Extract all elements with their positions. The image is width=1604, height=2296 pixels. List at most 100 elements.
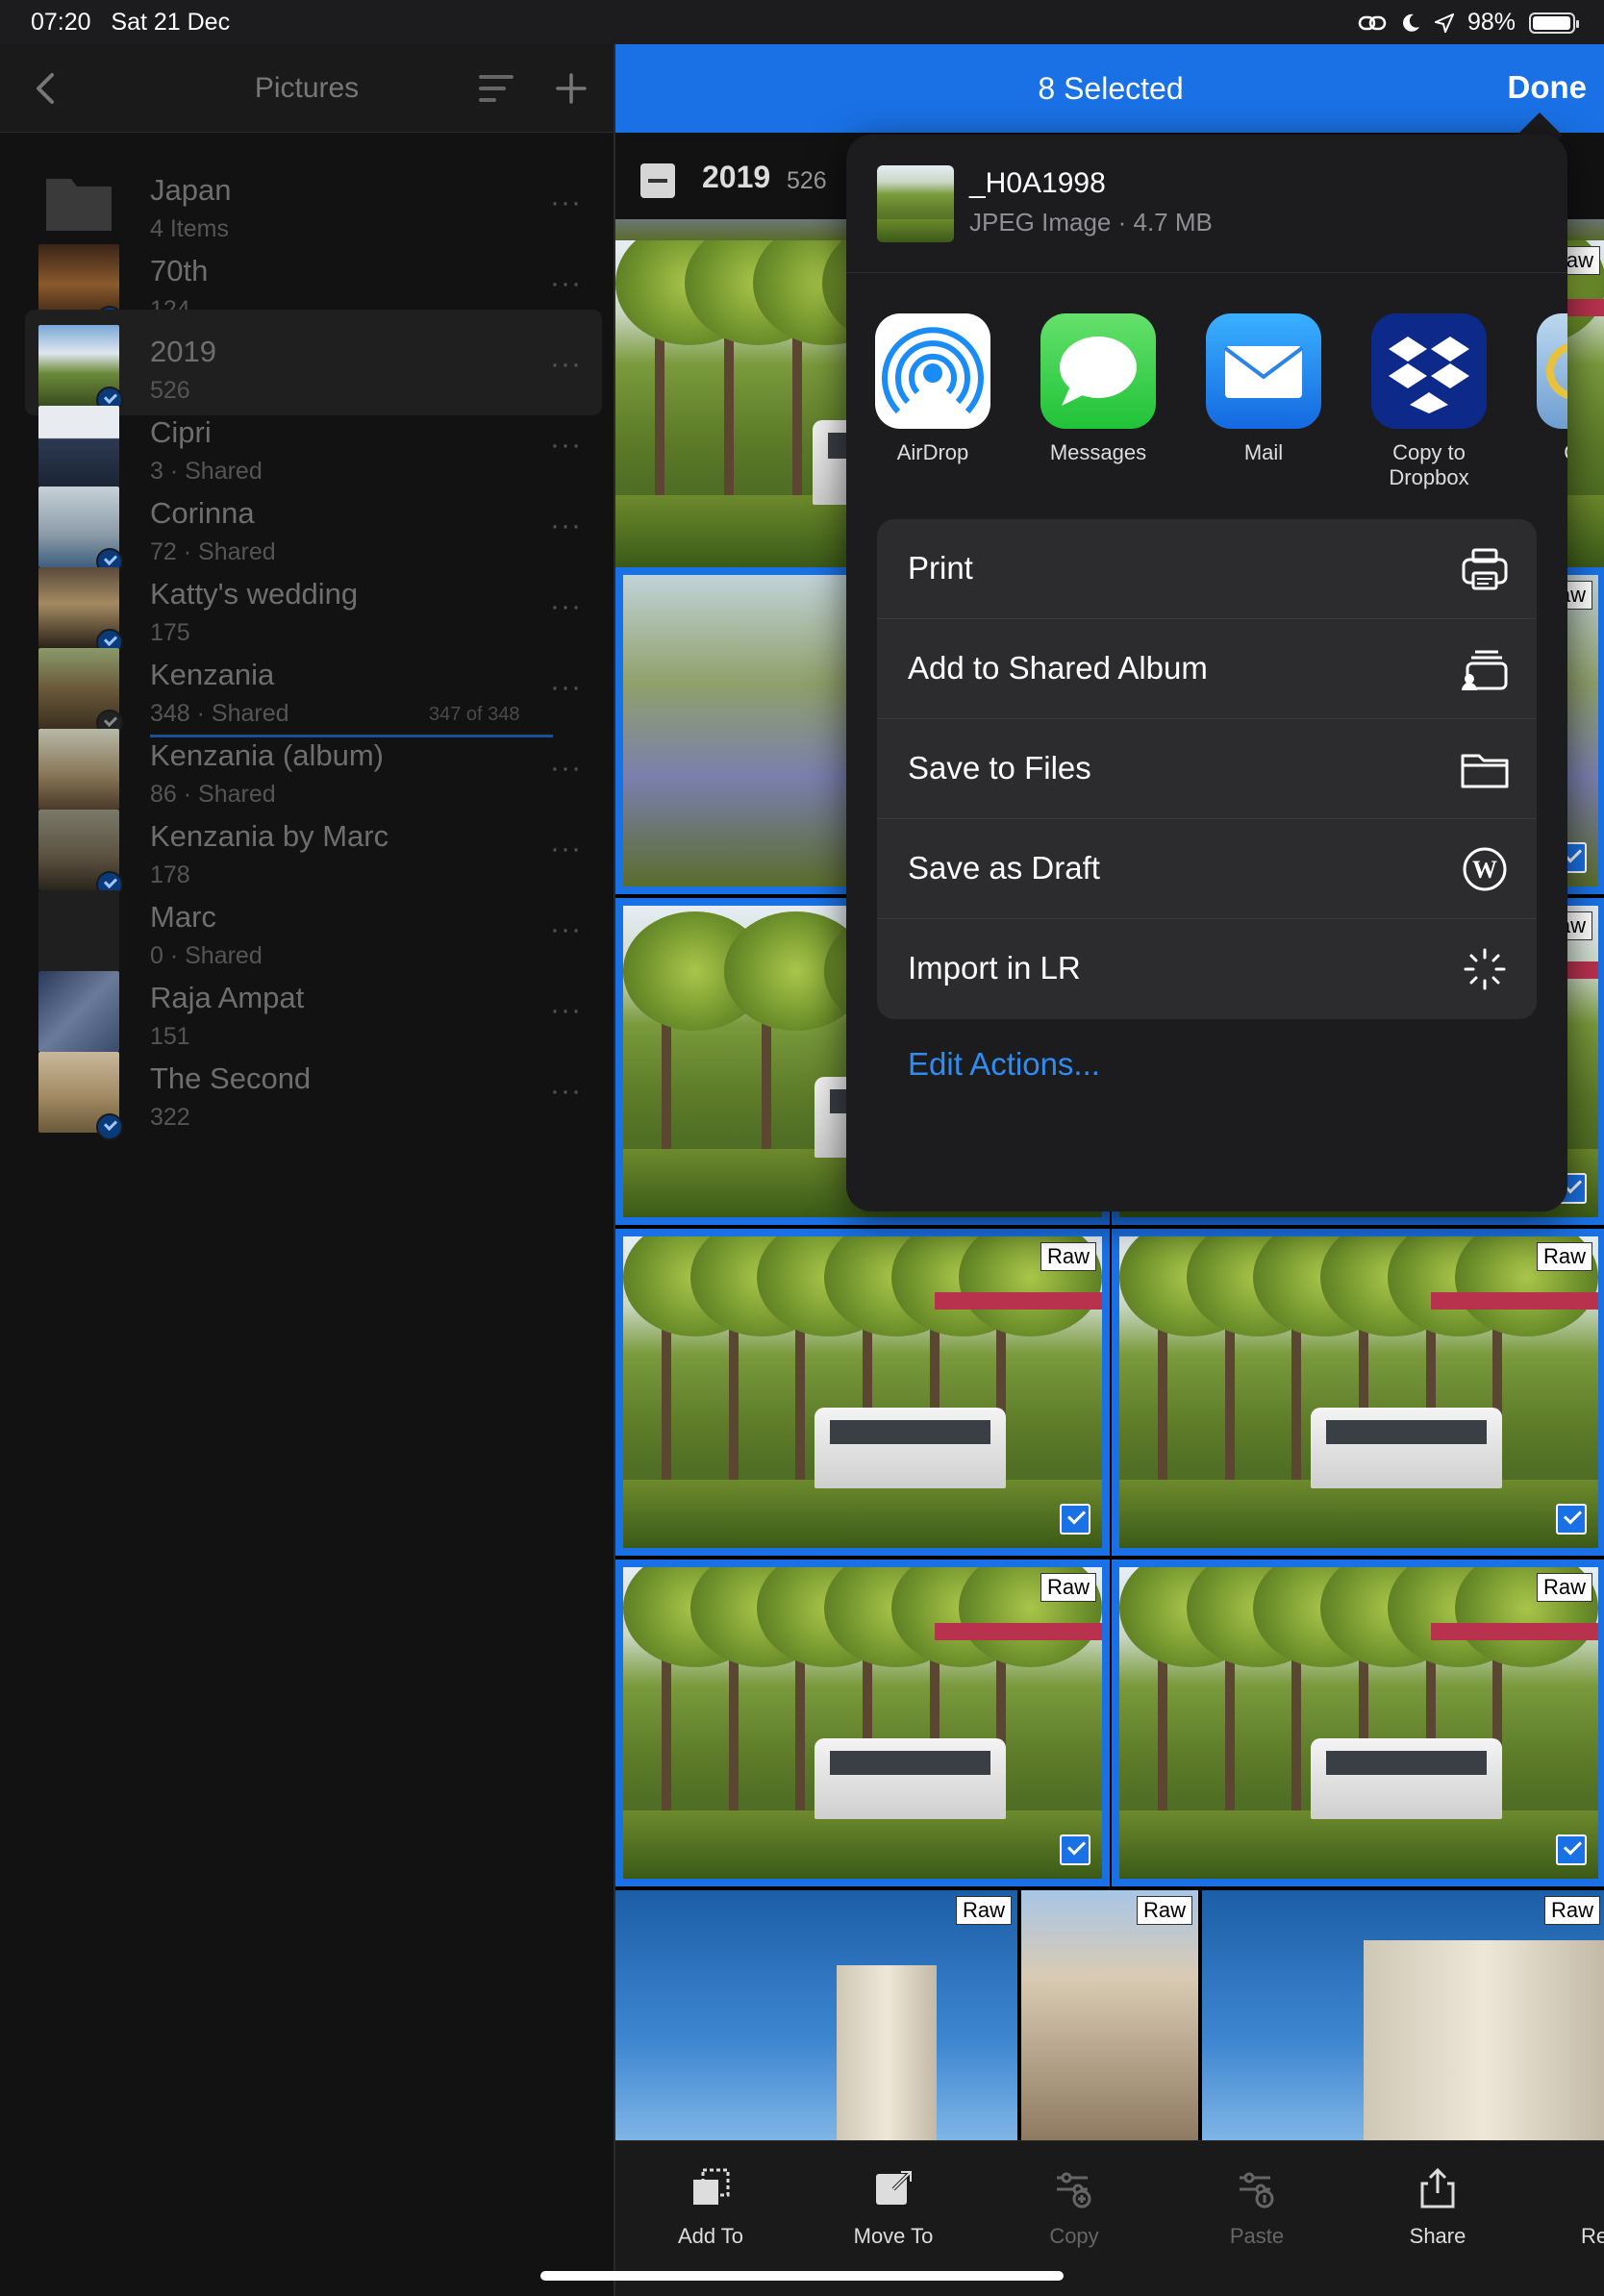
printer-icon	[1462, 548, 1508, 590]
album-name: The Second	[150, 1061, 312, 1095]
album-more-icon[interactable]: ···	[550, 994, 582, 1027]
album-more-icon[interactable]: ···	[550, 590, 582, 623]
album-more-icon[interactable]: ···	[550, 429, 582, 462]
done-button[interactable]: Done	[1508, 69, 1588, 106]
photo-tile[interactable]: Raw	[615, 1890, 1017, 2140]
status-indicators: 98%	[1358, 9, 1579, 37]
album-name: Japan	[150, 173, 232, 207]
sidebar-title: Pictures	[254, 72, 360, 104]
share-app-airdrop[interactable]: AirDrop	[865, 313, 1000, 465]
share-app-label: Mail	[1243, 440, 1284, 464]
albums-sidebar: Pictures Japan4 Items···70th124···201952…	[0, 44, 614, 2296]
share-app-dropbox[interactable]: Copy to Dropbox	[1362, 313, 1496, 490]
album-name: Kenzania by Marc	[150, 819, 389, 853]
action-save-as-draft[interactable]: Save as Draft W	[877, 819, 1537, 919]
action-add-shared-album[interactable]: Add to Shared Album	[877, 619, 1537, 719]
wordpress-icon: W	[1463, 847, 1507, 891]
share-sheet: _H0A1998 JPEG Image · 4.7 MB AirDrop Mes…	[846, 135, 1567, 1211]
toolbar-label: Move To	[853, 2224, 934, 2248]
action-import-in-lr[interactable]: Import in LR	[877, 919, 1537, 1019]
album-more-icon[interactable]: ···	[550, 671, 582, 704]
album-more-icon[interactable]: ···	[550, 913, 582, 946]
action-save-to-files[interactable]: Save to Files	[877, 719, 1537, 819]
file-name: _H0A1998	[969, 167, 1106, 199]
action-label: Print	[908, 550, 973, 586]
copy-settings-icon	[1053, 2166, 1095, 2210]
photo-tile[interactable]: Raw	[1112, 1560, 1604, 1886]
status-bar: 07:20 Sat 21 Dec 98%	[0, 0, 1604, 44]
ftp-icon	[1537, 313, 1567, 429]
share-app-messages[interactable]: Messages	[1031, 313, 1165, 465]
toolbar-label: Share	[1409, 2224, 1466, 2248]
location-icon	[1434, 12, 1454, 33]
selected-checkbox-icon[interactable]	[1060, 1504, 1090, 1535]
toolbar-label: Paste	[1229, 2224, 1285, 2248]
move-to-button[interactable]: Move To	[831, 2166, 956, 2249]
album-row[interactable]: The Second 322 ···	[25, 1036, 602, 1142]
album-more-icon[interactable]: ···	[550, 348, 582, 381]
raw-badge: Raw	[1136, 1896, 1192, 1925]
sync-check-icon	[96, 1113, 123, 1140]
action-label: Save as Draft	[908, 850, 1100, 886]
raw-badge: Raw	[1536, 1573, 1592, 1602]
share-icon	[1416, 2166, 1459, 2210]
collapse-group-button[interactable]	[640, 163, 675, 198]
album-more-icon[interactable]: ···	[550, 267, 582, 300]
moon-icon	[1403, 13, 1419, 32]
toolbar-label: Copy	[1049, 2224, 1099, 2248]
remove-button[interactable]: Remove	[1558, 2166, 1604, 2249]
album-more-icon[interactable]: ···	[550, 752, 582, 785]
photo-tile[interactable]: Raw	[615, 1560, 1110, 1886]
photo-image	[1021, 1890, 1198, 2140]
action-print[interactable]: Print	[877, 519, 1537, 619]
svg-text:W: W	[1472, 856, 1497, 884]
photo-tile[interactable]: Raw	[1112, 1229, 1604, 1556]
edit-actions-link[interactable]: Edit Actions...	[908, 1046, 1100, 1083]
selected-checkbox-icon[interactable]	[1556, 1504, 1587, 1535]
sidebar-header: Pictures	[0, 44, 614, 133]
copy-button: Copy	[1012, 2166, 1137, 2249]
share-app-ftp[interactable]: C FTP	[1527, 313, 1567, 465]
add-album-icon[interactable]	[554, 71, 589, 106]
photo-tile[interactable]: Raw	[1021, 1890, 1198, 2140]
add-to-button[interactable]: Add To	[648, 2166, 773, 2249]
raw-badge: Raw	[1040, 1573, 1096, 1602]
share-app-label: AirDrop	[896, 440, 969, 464]
album-meta: 322	[150, 1104, 190, 1131]
move-to-icon	[872, 2166, 915, 2210]
selected-count-title: 8 Selected	[1038, 71, 1184, 106]
share-app-label: Copy to Dropbox	[1389, 440, 1469, 489]
album-more-icon[interactable]: ···	[550, 833, 582, 865]
album-name: Cipri	[150, 415, 212, 449]
action-label: Add to Shared Album	[908, 650, 1208, 686]
selected-checkbox-icon[interactable]	[1556, 1834, 1587, 1865]
shared-album-icon	[1462, 650, 1508, 690]
album-more-icon[interactable]: ···	[550, 187, 582, 219]
share-app-mail[interactable]: Mail	[1196, 313, 1331, 465]
raw-badge: Raw	[955, 1896, 1012, 1925]
dropbox-icon	[1371, 313, 1487, 429]
album-name: Katty's wedding	[150, 577, 359, 611]
paste-button: Paste	[1194, 2166, 1319, 2249]
album-name: 70th	[150, 254, 209, 287]
selected-checkbox-icon[interactable]	[1060, 1834, 1090, 1865]
sort-icon[interactable]	[475, 73, 515, 108]
airdrop-icon	[875, 313, 990, 429]
add-to-icon	[689, 2166, 732, 2210]
share-button[interactable]: Share	[1375, 2166, 1500, 2249]
album-more-icon[interactable]: ···	[550, 1075, 582, 1108]
album-more-icon[interactable]: ···	[550, 510, 582, 542]
photo-image	[623, 1567, 1102, 1879]
file-info: JPEG Image · 4.7 MB	[969, 208, 1213, 237]
trash-icon	[1599, 2166, 1604, 2210]
group-count: 526	[787, 167, 827, 194]
photo-image	[615, 1890, 1017, 2140]
photo-tile[interactable]: Raw	[615, 1229, 1110, 1556]
photo-tile[interactable]: Raw	[1202, 1890, 1604, 2140]
status-time: 07:20 Sat 21 Dec	[31, 9, 231, 36]
album-name: 2019	[150, 335, 216, 368]
sparkle-icon	[1464, 948, 1506, 990]
album-name: Corinna	[150, 496, 255, 530]
photo-image	[623, 1236, 1102, 1548]
album-name: Marc	[150, 900, 216, 934]
